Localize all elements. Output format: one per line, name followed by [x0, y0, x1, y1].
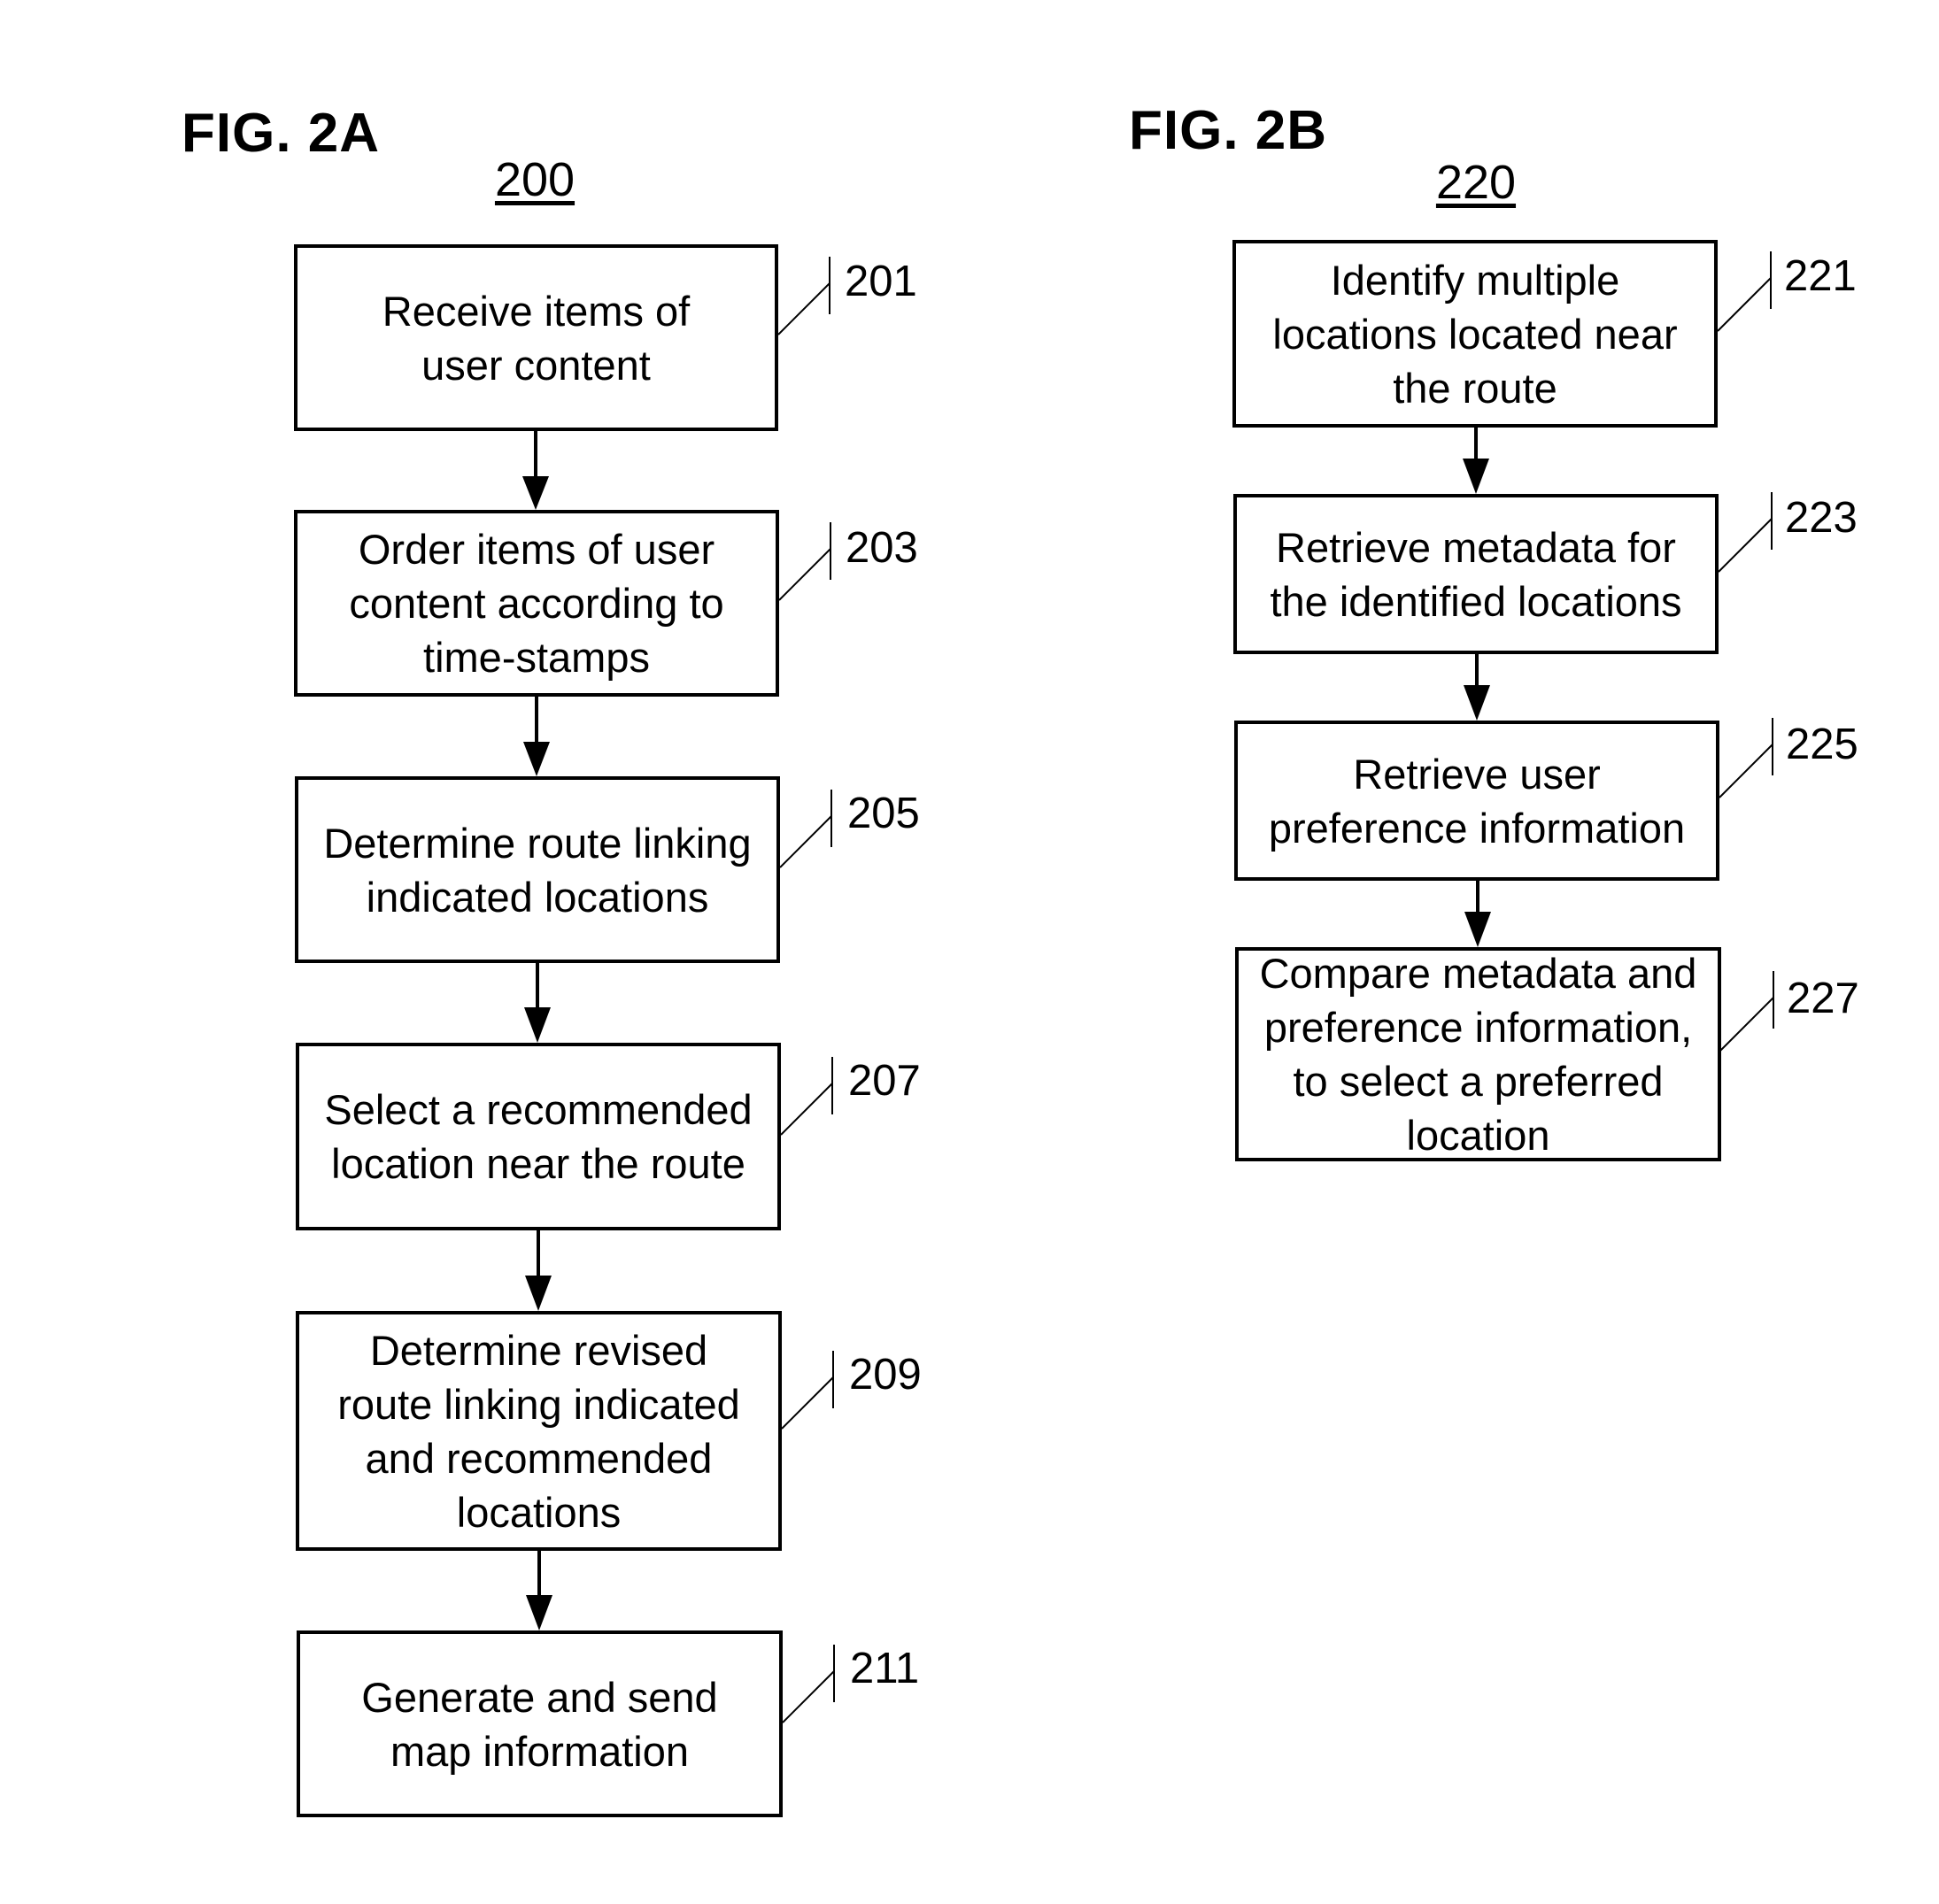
arrowhead-223: [1463, 459, 1489, 494]
arrowhead-209: [525, 1276, 552, 1311]
arrowhead-211: [526, 1595, 552, 1630]
arrowhead-225: [1464, 685, 1490, 721]
leader-221: [1717, 251, 1772, 332]
leader-201: [777, 257, 830, 335]
leader-223: [1718, 492, 1773, 573]
leader-211: [782, 1645, 835, 1723]
leader-209: [781, 1351, 834, 1430]
arrowhead-207: [524, 1007, 551, 1043]
leader-207: [780, 1057, 833, 1136]
arrowhead-227: [1464, 912, 1491, 947]
leader-227: [1719, 971, 1774, 1052]
arrowhead-203: [522, 476, 549, 510]
leader-203: [778, 522, 831, 601]
connector-layer: [522, 251, 1774, 1723]
arrowhead-205: [523, 742, 550, 776]
leader-225: [1719, 718, 1773, 798]
leader-205: [779, 790, 832, 868]
